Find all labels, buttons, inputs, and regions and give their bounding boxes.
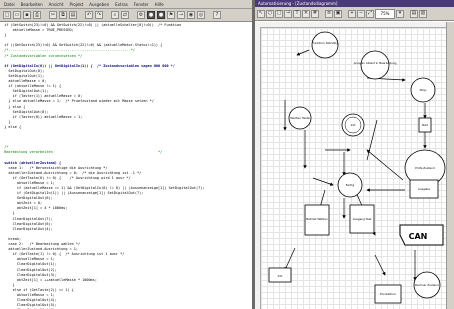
redo-icon[interactable]: ↷	[95, 11, 103, 19]
print-icon[interactable]: ⎙	[33, 11, 41, 19]
node-funktion-standby[interactable]: Funktion Standby	[311, 31, 339, 59]
node-anlagen-ablauf[interactable]: Anlagen Ablauf in Bearbeitung	[354, 50, 397, 80]
help-icon[interactable]: ?	[213, 11, 221, 19]
menu-help[interactable]: Hilfe	[155, 2, 164, 7]
compile-icon[interactable]: ⚙	[137, 11, 145, 19]
node-stop[interactable]: Stop	[410, 77, 436, 103]
svg-text:Stop: Stop	[420, 88, 427, 92]
node-fertig[interactable]: Fertig	[337, 172, 363, 198]
cut-icon[interactable]: ✂	[49, 11, 57, 19]
svg-text:Fertig: Fertig	[346, 183, 355, 187]
svg-text:Init: Init	[278, 274, 284, 278]
node-produktion[interactable]: Produktion	[374, 284, 402, 304]
svg-text:Funktion Standby: Funktion Standby	[312, 41, 338, 45]
svg-text:CAN: CAN	[409, 232, 428, 241]
node-init-bottom[interactable]: Init	[268, 267, 292, 283]
svg-text:Rechner Zustand: Rechner Zustand	[415, 283, 439, 287]
watch-icon[interactable]: ◎	[197, 11, 205, 19]
editor-menubar: Datei Bearbeiten Ansicht Projekt Ausgebe…	[0, 0, 252, 9]
node-rechner-zustand[interactable]: Rechner Zustand	[413, 271, 441, 299]
svg-text:Warten Taste: Warten Taste	[290, 116, 310, 120]
step-icon[interactable]: →	[177, 11, 185, 19]
undo-icon[interactable]: ↶	[85, 11, 93, 19]
open-folder-icon[interactable]: ▭	[13, 11, 21, 19]
paste-icon[interactable]: ▤	[69, 11, 77, 19]
node-ausgabe[interactable]: Ausgabe	[409, 179, 439, 199]
menu-window[interactable]: Fenster	[134, 2, 149, 7]
svg-text:Ausgabe: Ausgabe	[418, 187, 430, 191]
menu-edit[interactable]: Bearbeiten	[21, 2, 43, 7]
node-can-callout[interactable]: CAN	[399, 224, 444, 246]
menu-project[interactable]: Projekt	[69, 2, 83, 7]
node-init-top[interactable]: Init	[341, 113, 365, 137]
svg-text:Betrieb Wählen: Betrieb Wählen	[306, 217, 328, 221]
replace-icon[interactable]: ⇄	[121, 11, 129, 19]
svg-text:Ausgang Test: Ausgang Test	[353, 217, 372, 221]
transitions	[283, 49, 427, 281]
menu-file[interactable]: Datei	[4, 2, 15, 7]
copy-icon[interactable]: ⧉	[59, 11, 67, 19]
run-icon[interactable]: ●	[147, 11, 155, 19]
node-start[interactable]: Start	[418, 117, 432, 133]
desktop: Datei Bearbeiten Ansicht Projekt Ausgebe…	[0, 0, 454, 309]
save-icon[interactable]: ▪	[23, 11, 31, 19]
editor-toolbar: □ ▭ ▪ ⎙ ✂ ⧉ ▤ ↶ ↷ ⌕ ⇄ ⚙ ● ● ⚑ → ◉ ◎ ?	[0, 9, 252, 22]
new-file-icon[interactable]: □	[3, 11, 11, 19]
node-warten-taste[interactable]: Warten Taste	[288, 106, 312, 130]
code-area[interactable]: if (GetSwitch(23)!=0) && GetSwitch(22)!=…	[0, 23, 252, 309]
code-editor-window: Datei Bearbeiten Ansicht Projekt Ausgebe…	[0, 0, 255, 309]
find-icon[interactable]: ⌕	[111, 11, 119, 19]
svg-text:Prüfe Zustand: Prüfe Zustand	[415, 166, 435, 170]
node-betrieb-waehlen[interactable]: Betrieb Wählen	[304, 204, 330, 236]
breakpoint-icon[interactable]: ◉	[187, 11, 195, 19]
stop-icon[interactable]: ●	[157, 11, 165, 19]
menu-view[interactable]: Ansicht	[49, 2, 64, 7]
diagram-window: Automatisierung - [Zustandsdiagramm] ↖ ○…	[255, 0, 454, 309]
node-ausgang-test[interactable]: Ausgang Test	[349, 204, 375, 234]
debug-icon[interactable]: ⚑	[167, 11, 175, 19]
svg-text:Anlagen Ablauf in Bearbeitung: Anlagen Ablauf in Bearbeitung	[354, 61, 397, 65]
svg-text:Start: Start	[422, 123, 428, 127]
svg-text:Produktion: Produktion	[380, 292, 396, 296]
state-diagram: Funktion Standby Anlagen Ablauf in Bearb…	[268, 31, 446, 304]
svg-text:Init: Init	[351, 123, 357, 127]
menu-output[interactable]: Ausgeben	[89, 2, 109, 7]
menu-tools[interactable]: Extras	[115, 2, 128, 7]
